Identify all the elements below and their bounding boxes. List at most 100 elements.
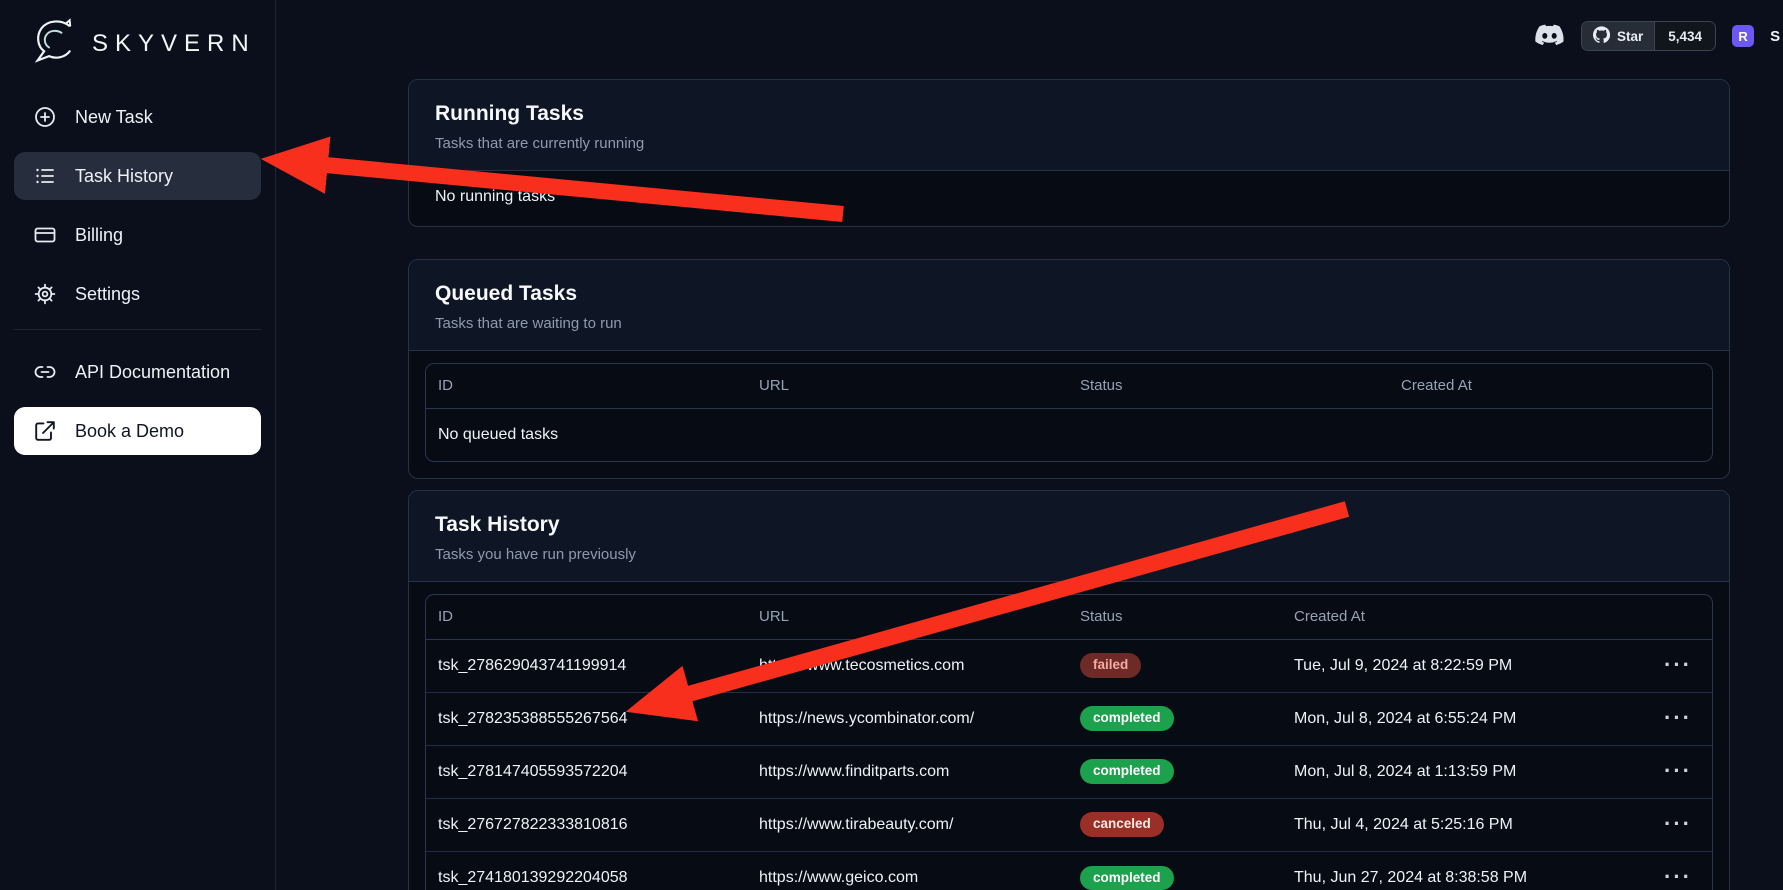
running-tasks-header: Running Tasks Tasks that are currently r… (409, 80, 1729, 171)
column-header-actions (1648, 595, 1712, 639)
row-actions-button[interactable]: ··· (1664, 760, 1692, 782)
github-star-label: Star (1617, 29, 1643, 44)
status-badge: failed (1080, 653, 1141, 678)
sidebar-nav: New Task Task History Billing Settings (0, 80, 275, 455)
running-tasks-empty-text: No running tasks (409, 171, 1729, 226)
credit-card-icon (33, 223, 57, 247)
column-header-url: URL (747, 595, 1068, 639)
sidebar-item-label: Book a Demo (75, 421, 184, 442)
task-row[interactable]: tsk_276727822333810816 https://www.tirab… (426, 798, 1712, 851)
task-actions-cell: ··· (1648, 639, 1712, 692)
sidebar-item-label: API Documentation (75, 362, 230, 383)
task-row[interactable]: tsk_278235388555267564 https://news.ycom… (426, 692, 1712, 745)
avatar[interactable]: R (1732, 25, 1754, 47)
avatar-letter: R (1738, 29, 1747, 44)
row-actions-button[interactable]: ··· (1664, 866, 1692, 888)
brand-name: SKYVERN (92, 30, 256, 58)
task-url: https://www.tirabeauty.com/ (747, 798, 1068, 851)
task-actions-cell: ··· (1648, 692, 1712, 745)
sidebar: SKYVERN New Task Task History Billing S (0, 0, 276, 890)
sidebar-item-billing[interactable]: Billing (14, 211, 261, 259)
running-tasks-title: Running Tasks (435, 102, 1703, 126)
task-row[interactable]: tsk_278629043741199914 https://www.tecos… (426, 639, 1712, 692)
user-name: S (1770, 28, 1780, 45)
sidebar-item-new-task[interactable]: New Task (14, 93, 261, 141)
task-id: tsk_278235388555267564 (426, 692, 747, 745)
task-status-cell: completed (1068, 745, 1282, 798)
queued-table-header-row: ID URL Status Created At (426, 364, 1712, 408)
task-created-at: Thu, Jun 27, 2024 at 8:38:58 PM (1282, 851, 1648, 890)
task-status-cell: failed (1068, 639, 1282, 692)
history-table-header-row: ID URL Status Created At (426, 595, 1712, 639)
sidebar-item-settings[interactable]: Settings (14, 270, 261, 318)
task-created-at: Mon, Jul 8, 2024 at 6:55:24 PM (1282, 692, 1648, 745)
queued-empty-row: No queued tasks (426, 408, 1712, 461)
sidebar-item-api-documentation[interactable]: API Documentation (14, 348, 261, 396)
status-badge: completed (1080, 706, 1174, 731)
topbar: Star 5,434 R S (1534, 20, 1780, 52)
task-id: tsk_276727822333810816 (426, 798, 747, 851)
skyvern-logo[interactable]: SKYVERN (0, 10, 275, 80)
queued-tasks-header: Queued Tasks Tasks that are waiting to r… (409, 260, 1729, 351)
sidebar-item-book-a-demo[interactable]: Book a Demo (14, 407, 261, 455)
task-status-cell: completed (1068, 851, 1282, 890)
task-history-header: Task History Tasks you have run previous… (409, 491, 1729, 582)
history-table-body: tsk_278629043741199914 https://www.tecos… (426, 639, 1712, 890)
status-badge: completed (1080, 759, 1174, 784)
discord-icon[interactable] (1534, 24, 1565, 48)
sidebar-item-task-history[interactable]: Task History (14, 152, 261, 200)
column-header-status: Status (1068, 364, 1389, 408)
row-actions-button[interactable]: ··· (1664, 813, 1692, 835)
task-status-cell: completed (1068, 692, 1282, 745)
running-tasks-subtitle: Tasks that are currently running (435, 135, 1703, 152)
task-status-cell: canceled (1068, 798, 1282, 851)
column-header-status: Status (1068, 595, 1282, 639)
row-actions-button[interactable]: ··· (1664, 654, 1692, 676)
list-icon (33, 164, 57, 188)
queued-tasks-table: ID URL Status Created At No queued tasks (425, 363, 1713, 462)
row-actions-button[interactable]: ··· (1664, 707, 1692, 729)
task-url: https://news.ycombinator.com/ (747, 692, 1068, 745)
github-star-count: 5,434 (1655, 22, 1715, 50)
task-id: tsk_278147405593572204 (426, 745, 747, 798)
task-url: https://www.tecosmetics.com (747, 639, 1068, 692)
column-header-created-at: Created At (1282, 595, 1648, 639)
task-actions-cell: ··· (1648, 798, 1712, 851)
sidebar-item-label: Billing (75, 225, 123, 246)
task-actions-cell: ··· (1648, 745, 1712, 798)
plus-circle-icon (33, 105, 57, 129)
skyvern-dragon-icon (30, 17, 80, 72)
queued-tasks-empty-text: No queued tasks (426, 408, 1712, 461)
column-header-url: URL (747, 364, 1068, 408)
task-history-card: Task History Tasks you have run previous… (408, 490, 1730, 890)
task-row[interactable]: tsk_278147405593572204 https://www.findi… (426, 745, 1712, 798)
sidebar-item-label: New Task (75, 107, 153, 128)
column-header-id: ID (426, 595, 747, 639)
github-icon (1593, 26, 1610, 46)
external-link-icon (33, 419, 57, 443)
running-tasks-card: Running Tasks Tasks that are currently r… (408, 79, 1730, 227)
task-history-title: Task History (435, 513, 1703, 537)
queued-tasks-title: Queued Tasks (435, 282, 1703, 306)
task-url: https://www.geico.com (747, 851, 1068, 890)
sidebar-item-label: Task History (75, 166, 173, 187)
status-badge: completed (1080, 866, 1174, 890)
task-created-at: Thu, Jul 4, 2024 at 5:25:16 PM (1282, 798, 1648, 851)
sidebar-divider (14, 329, 261, 330)
link-icon (33, 360, 57, 384)
task-created-at: Tue, Jul 9, 2024 at 8:22:59 PM (1282, 639, 1648, 692)
task-id: tsk_278629043741199914 (426, 639, 747, 692)
task-actions-cell: ··· (1648, 851, 1712, 890)
github-star-button[interactable]: Star 5,434 (1581, 21, 1716, 51)
sidebar-item-label: Settings (75, 284, 140, 305)
column-header-id: ID (426, 364, 747, 408)
queued-tasks-card: Queued Tasks Tasks that are waiting to r… (408, 259, 1730, 479)
task-id: tsk_274180139292204058 (426, 851, 747, 890)
task-url: https://www.finditparts.com (747, 745, 1068, 798)
task-created-at: Mon, Jul 8, 2024 at 1:13:59 PM (1282, 745, 1648, 798)
gear-icon (33, 282, 57, 306)
queued-tasks-subtitle: Tasks that are waiting to run (435, 315, 1703, 332)
status-badge: canceled (1080, 812, 1164, 837)
task-row[interactable]: tsk_274180139292204058 https://www.geico… (426, 851, 1712, 890)
github-star-segment: Star (1582, 22, 1655, 50)
